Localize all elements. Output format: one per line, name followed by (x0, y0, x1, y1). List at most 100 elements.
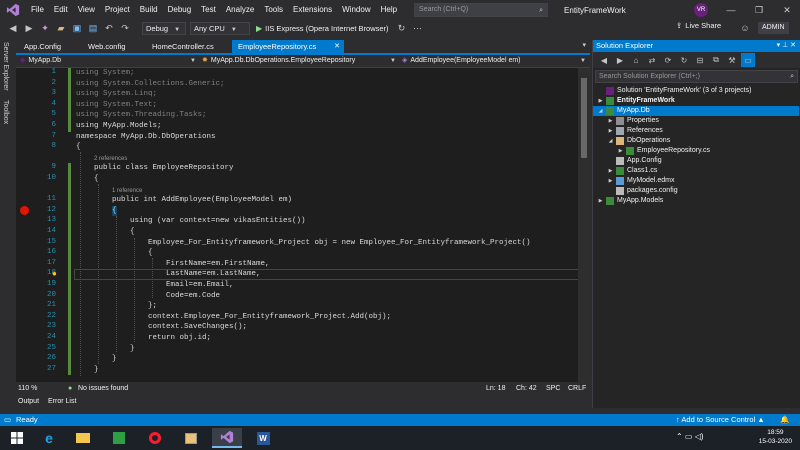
system-tray-icons[interactable]: ⌃ ▭ ◁) (676, 432, 704, 441)
close-icon[interactable]: ✕ (774, 0, 800, 20)
menu-debug[interactable]: Debug (163, 0, 197, 20)
server-explorer-tab[interactable]: Server Explorer (2, 42, 9, 91)
forward-icon[interactable]: ▶ (613, 53, 627, 67)
tree-file-class1[interactable]: ▶ Class1.cs (607, 166, 657, 176)
tab-employee-repository[interactable]: EmployeeRepository.cs ✕ (232, 40, 344, 53)
line-number-gutter[interactable]: 1 2 3 4 5 6 7 8 9 10 11 12 13 14 15 16 1… (16, 68, 64, 382)
visual-studio-taskbar-icon[interactable] (212, 428, 242, 448)
tree-properties[interactable]: ▶ Properties (607, 116, 659, 126)
chevron-right-icon[interactable]: ▶ (607, 126, 614, 136)
breakpoint-icon[interactable] (20, 205, 29, 215)
search-input[interactable]: Search (Ctrl+Q) ⌕ (414, 3, 549, 17)
forward-icon[interactable]: ▶ (22, 21, 36, 35)
pending-changes-icon[interactable]: ⟳ (661, 53, 675, 67)
solution-search-input[interactable]: Search Solution Explorer (Ctrl+;) ⌕ (595, 70, 798, 83)
tree-solution[interactable]: Solution 'EntityFrameWork' (3 of 3 proje… (597, 86, 751, 96)
run-button[interactable]: ▶ IIS Express (Opera Internet Browser) (256, 24, 389, 33)
paint-icon[interactable] (176, 428, 206, 448)
redo-icon[interactable]: ↷ (118, 21, 132, 35)
tab-output[interactable]: Output (18, 398, 39, 405)
menu-analyze[interactable]: Analyze (221, 0, 259, 20)
toolbox-tab[interactable]: Toolbox (2, 100, 9, 124)
home-icon[interactable]: ⌂ (629, 53, 643, 67)
menu-window[interactable]: Window (337, 0, 375, 20)
chevron-right-icon[interactable]: ▶ (607, 176, 614, 186)
show-all-files-icon[interactable]: ⧉ (709, 53, 723, 67)
code-text[interactable]: using System; using System.Collections.G… (76, 68, 590, 382)
chevron-right-icon[interactable]: ▶ (597, 96, 604, 106)
properties-icon[interactable]: ⚒ (725, 53, 739, 67)
vertical-scrollbar[interactable] (578, 68, 590, 382)
menu-build[interactable]: Build (135, 0, 163, 20)
save-icon[interactable]: ▣ (70, 21, 84, 35)
nav-member-select[interactable]: ◈ AddEmployee(EmployeeModel em) ▼ (402, 55, 586, 67)
opera-icon[interactable] (140, 428, 170, 448)
word-icon[interactable]: W (248, 428, 278, 448)
tree-references[interactable]: ▶ References (607, 126, 663, 136)
lightbulb-icon[interactable]: ● (52, 269, 60, 278)
nav-class-select[interactable]: ✸ MyApp.Db.DbOperations.EmployeeRepositor… (202, 55, 396, 67)
code-editor[interactable]: 1 2 3 4 5 6 7 8 9 10 11 12 13 14 15 16 1… (16, 68, 590, 382)
tree-project-myapp-db[interactable]: ◢ MyApp.Db (593, 106, 799, 116)
toolbar-misc-icon[interactable]: ⋯ (411, 21, 425, 35)
notifications-icon[interactable]: 🔔 (780, 414, 789, 426)
menu-tools[interactable]: Tools (259, 0, 288, 20)
back-icon[interactable]: ◀ (597, 53, 611, 67)
scrollbar-thumb[interactable] (581, 78, 587, 158)
tab-web-config[interactable]: Web.config (82, 40, 146, 53)
chevron-right-icon[interactable]: ▶ (617, 146, 624, 156)
new-project-icon[interactable]: ✦ (38, 21, 52, 35)
tab-home-controller[interactable]: HomeController.cs (146, 40, 232, 53)
zoom-level[interactable]: 110 % (18, 382, 37, 395)
file-explorer-icon[interactable] (68, 428, 98, 448)
collapse-all-icon[interactable]: ⊟ (693, 53, 707, 67)
preview-icon[interactable]: ▭ (741, 53, 755, 67)
switch-view-icon[interactable]: ⇄ (645, 53, 659, 67)
menu-extensions[interactable]: Extensions (288, 0, 337, 20)
maximize-icon[interactable]: ❐ (746, 0, 772, 20)
store-icon[interactable] (104, 428, 134, 448)
refresh-icon[interactable]: ↻ (395, 21, 409, 35)
tree-file-employee-repository[interactable]: ▶ EmployeeRepository.cs (617, 146, 710, 156)
chevron-right-icon[interactable]: ▶ (607, 166, 614, 176)
menu-file[interactable]: File (26, 0, 49, 20)
menu-test[interactable]: Test (196, 0, 221, 20)
undo-icon[interactable]: ↶ (102, 21, 116, 35)
save-all-icon[interactable]: ▤ (86, 21, 100, 35)
code-lens-references[interactable]: 1 reference (112, 187, 142, 195)
panel-controls-icon[interactable]: ▾ ⊥ ✕ (777, 40, 796, 52)
tab-error-list[interactable]: Error List (48, 398, 76, 405)
source-control-button[interactable]: ↑ Add to Source Control ▲ (676, 414, 765, 426)
windows-start-icon[interactable] (2, 428, 32, 448)
internet-explorer-icon[interactable]: e (34, 428, 64, 448)
close-tab-icon[interactable]: ✕ (334, 40, 340, 53)
platform-select[interactable]: Any CPU ▼ (190, 21, 250, 35)
tree-file-packages-config[interactable]: packages.config (607, 186, 678, 196)
back-icon[interactable]: ◀ (6, 21, 20, 35)
feedback-icon[interactable]: ☺ (738, 21, 752, 35)
menu-edit[interactable]: Edit (49, 0, 73, 20)
live-share-button[interactable]: ⇪ Live Share (676, 21, 721, 30)
avatar[interactable]: VR (694, 3, 708, 17)
clock[interactable]: 18:59 15-03-2020 (759, 428, 792, 446)
tree-project-entityframework[interactable]: ▶ EntityFrameWork (597, 96, 675, 106)
minimize-icon[interactable]: — (718, 0, 744, 20)
tab-app-config[interactable]: App.Config (18, 40, 82, 53)
tree-project-myapp-models[interactable]: ▶ MyApp.Models (597, 196, 663, 206)
menu-view[interactable]: View (73, 0, 100, 20)
chevron-right-icon[interactable]: ▶ (597, 196, 604, 206)
code-lens-references[interactable]: 2 references (94, 155, 127, 163)
menu-help[interactable]: Help (376, 0, 402, 20)
tree-folder-dboperations[interactable]: ◢ DbOperations (607, 136, 670, 146)
chevron-right-icon[interactable]: ▶ (607, 116, 614, 126)
sync-icon[interactable]: ↻ (677, 53, 691, 67)
menu-project[interactable]: Project (100, 0, 135, 20)
tree-file-app-config[interactable]: App.Config (607, 156, 662, 166)
tree-file-mymodel-edmx[interactable]: ▶ MyModel.edmx (607, 176, 674, 186)
open-folder-icon[interactable]: ▰ (54, 21, 68, 35)
issues-status[interactable]: No issues found (78, 382, 128, 395)
nav-project-select[interactable]: ◆ MyApp.Db ▼ (20, 55, 196, 67)
chevron-down-icon[interactable]: ◢ (607, 136, 614, 146)
configuration-select[interactable]: Debug ▼ (142, 21, 186, 35)
chevron-down-icon[interactable]: ◢ (597, 106, 604, 116)
